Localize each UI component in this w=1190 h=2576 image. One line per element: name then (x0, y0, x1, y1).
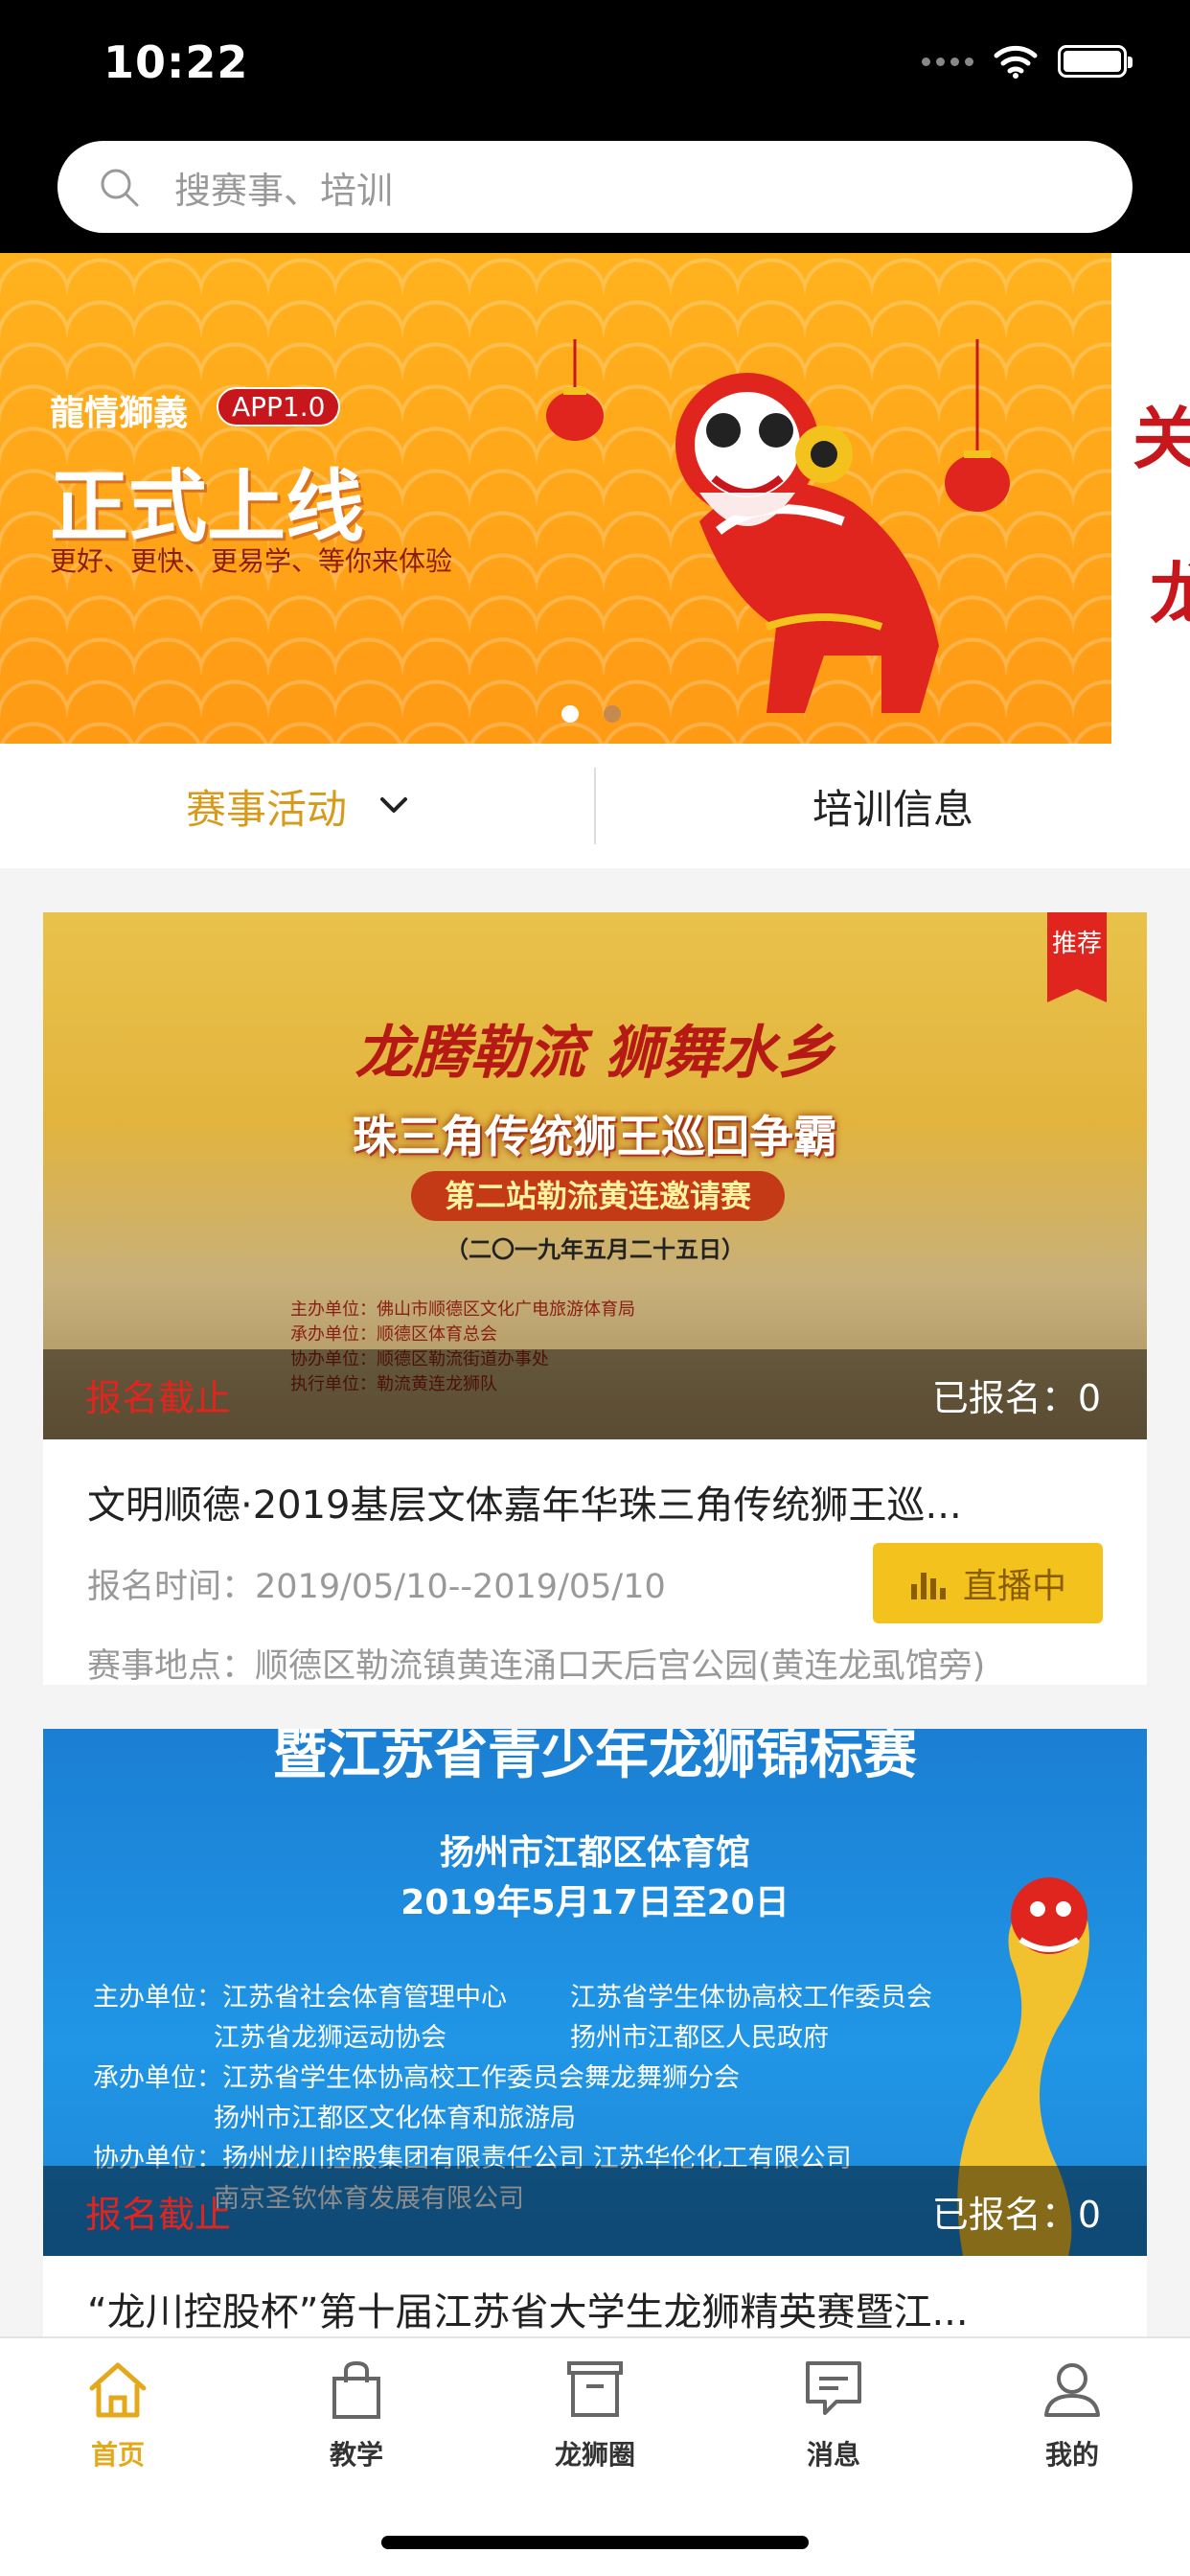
tabbar-item-mine[interactable]: 我的 (976, 2356, 1168, 2472)
place-label: 赛事地点： (87, 1647, 256, 1686)
search-input[interactable]: 搜赛事、培训 (174, 161, 393, 214)
time-value: 2019/05/10--2019/05/10 (255, 1567, 666, 1606)
banner-slide[interactable]: 龍情獅義 APP1.0 正式上线 更好、更快、更易学、等你来体验 (0, 253, 1111, 744)
bar-chart-icon (910, 1573, 946, 1599)
tab-label: 赛事活动 (185, 785, 347, 833)
lion-dance-illustration (546, 339, 1010, 713)
status-icons (922, 44, 1133, 79)
home-indicator[interactable] (381, 2536, 809, 2549)
event-time: 报名时间：2019/05/10--2019/05/10 (87, 1559, 666, 1608)
poster-stage: 第二站勒流黄连邀请赛 (411, 1171, 785, 1221)
signed-value: 0 (1077, 1376, 1101, 1419)
event-title: 文明顺德·2019基层文体嘉年华珠三角传统狮王巡... (87, 1484, 962, 1528)
status-time: 10:22 (103, 36, 249, 88)
poster-overlay: 报名截止 已报名：0 (43, 1349, 1147, 1439)
top-bar: 10:22 搜赛事、培训 (0, 0, 1190, 253)
event-poster[interactable]: 龙腾勒流 狮舞水乡 珠三角传统狮王巡回争霸 第二站勒流黄连邀请赛 （二〇一九年五… (43, 912, 1147, 1439)
place-value: 顺德区勒流镇黄连涌口天后宫公园(黄连龙虱馆旁) (255, 1647, 986, 1686)
tab-events[interactable]: 赛事活动 (0, 744, 594, 868)
message-icon (806, 2361, 861, 2415)
battery-icon (1058, 45, 1133, 78)
poster-organizer: 承办单位：江苏省学生体协高校工作委员会舞龙舞狮分会 (93, 2063, 740, 2093)
home-icon (89, 2362, 147, 2418)
category-tabs: 赛事活动 培训信息 (0, 744, 1190, 868)
tabbar-item-home[interactable]: 首页 (22, 2356, 214, 2472)
event-time-row: 报名时间：2019/05/10--2019/05/10 直播中 (87, 1543, 1103, 1623)
poster-organizer: 扬州市江都区文化体育和旅游局 (214, 2104, 576, 2133)
poster-title: 暨江苏省青少年龙狮锦标赛 (273, 1729, 917, 1786)
banner-carousel[interactable]: 龍情獅義 APP1.0 正式上线 更好、更快、更易学、等你来体验 关 龙 (0, 253, 1190, 744)
carousel-dots (561, 705, 621, 723)
event-title: “龙川控股杯”第十届江苏省大学生龙狮精英赛暨江... (87, 2290, 969, 2334)
poster-subtitle: 珠三角传统狮王巡回争霸 (353, 1111, 837, 1162)
tabbar-label: 我的 (1044, 2439, 1099, 2471)
event-info: “龙川控股杯”第十届江苏省大学生龙狮精英赛暨江... (43, 2281, 1147, 2336)
signed-label: 已报名： (931, 1376, 1078, 1419)
tabbar-item-messages[interactable]: 消息 (738, 2356, 929, 2472)
signed-count: 已报名：0 (932, 1368, 1101, 1421)
poster-overlay: 报名截止 已报名：0 (43, 2166, 1147, 2256)
live-label: 直播中 (962, 1567, 1066, 1606)
event-place: 赛事地点：顺德区勒流镇黄连涌口天后宫公园(黄连龙虱馆旁) (87, 1639, 985, 1688)
search-icon (101, 169, 139, 207)
status-badge: 报名截止 (85, 2193, 232, 2236)
tab-label: 培训信息 (812, 785, 973, 833)
tabbar-label: 龙狮圈 (554, 2439, 635, 2471)
box-icon (567, 2361, 623, 2417)
tabbar-label: 消息 (806, 2439, 860, 2471)
banner-brand: 龍情獅義 (50, 394, 189, 433)
signal-icon (922, 57, 973, 66)
poster-organizer: 江苏省龙狮运动协会 (214, 2023, 446, 2053)
signed-value: 0 (1077, 2193, 1101, 2236)
banner-subline: 更好、更快、更易学、等你来体验 (50, 545, 453, 577)
search-bar[interactable]: 搜赛事、培训 (57, 141, 1133, 233)
event-card[interactable]: 龙腾勒流 狮舞水乡 珠三角传统狮王巡回争霸 第二站勒流黄连邀请赛 （二〇一九年五… (43, 912, 1147, 1688)
wifi-icon (994, 45, 1038, 79)
banner-next-slide[interactable]: 关 龙 (1111, 253, 1190, 744)
tab-training[interactable]: 培训信息 (596, 744, 1190, 868)
tabbar-label: 教学 (329, 2439, 383, 2471)
poster-organizer: 扬州市江都区人民政府 (570, 2023, 829, 2053)
bag-icon (332, 2360, 380, 2419)
poster-organizer: 主办单位：江苏省社会体育管理中心 (93, 1983, 507, 2012)
next-slide-char: 关 (1133, 400, 1190, 478)
live-button[interactable]: 直播中 (873, 1543, 1103, 1623)
time-label: 报名时间： (87, 1567, 256, 1606)
banner-app-tag: APP1.0 (217, 387, 341, 426)
tabbar-item-circle[interactable]: 龙狮圈 (499, 2356, 691, 2472)
event-place-row: 赛事地点：顺德区勒流镇黄连涌口天后宫公园(黄连龙虱馆旁) (87, 1639, 1103, 1688)
signed-count: 已报名：0 (932, 2185, 1101, 2238)
event-card[interactable]: 暨江苏省青少年龙狮锦标赛 扬州市江都区体育馆 2019年5月17日至20日 主办… (43, 1729, 1147, 2342)
next-slide-char: 龙 (1150, 555, 1190, 633)
user-icon (1044, 2363, 1100, 2417)
poster-organizer: 主办单位：佛山市顺德区文化广电旅游体育局 (290, 1300, 635, 1320)
recommend-badge: 推荐 (1047, 912, 1107, 1002)
poster-organizer: 江苏省学生体协高校工作委员会 (570, 1983, 932, 2012)
event-info: 文明顺德·2019基层文体嘉年华珠三角传统狮王巡... 报名时间：2019/05… (43, 1474, 1147, 1688)
poster-organizer: 承办单位：顺德区体育总会 (290, 1324, 497, 1345)
chevron-down-icon (380, 797, 407, 813)
carousel-dot-active (561, 705, 579, 723)
signed-label: 已报名： (931, 2193, 1078, 2236)
tabbar-item-teaching[interactable]: 教学 (261, 2356, 452, 2472)
poster-title: 龙腾勒流 狮舞水乡 (355, 1020, 835, 1087)
status-badge: 报名截止 (85, 1376, 232, 1419)
tabbar-label: 首页 (90, 2439, 145, 2471)
carousel-dot (604, 705, 621, 723)
event-poster[interactable]: 暨江苏省青少年龙狮锦标赛 扬州市江都区体育馆 2019年5月17日至20日 主办… (43, 1729, 1147, 2256)
poster-date: （二〇一九年五月二十五日） (446, 1236, 744, 1263)
